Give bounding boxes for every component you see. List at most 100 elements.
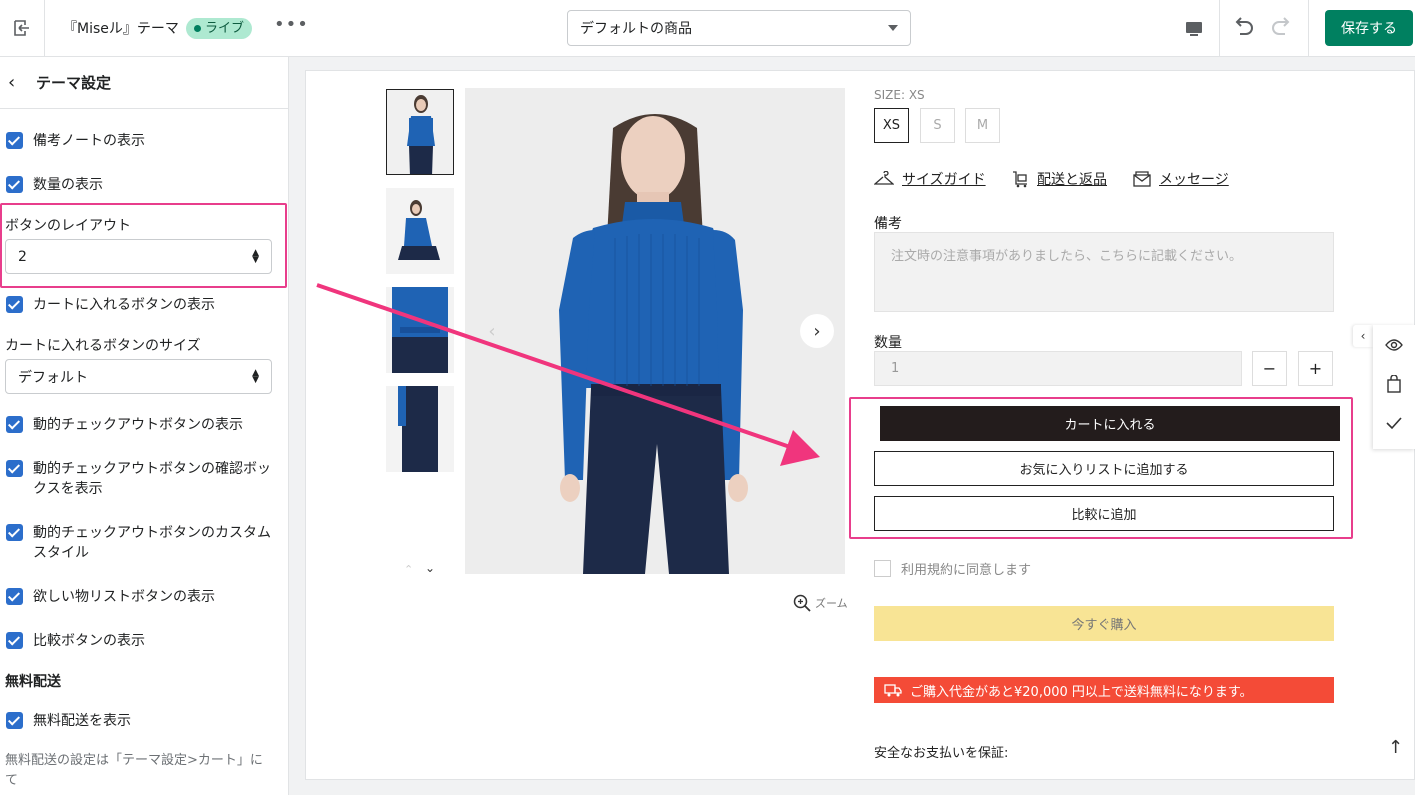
shipping-returns-link[interactable]: 配送と返品 xyxy=(1011,169,1107,189)
chevron-left-icon: ‹ xyxy=(488,320,496,342)
terms-label: 利用規約に同意します xyxy=(901,563,1032,578)
exit-button[interactable] xyxy=(0,0,45,56)
eye-icon[interactable] xyxy=(1384,335,1404,355)
cart-button-size-label: カートに入れるボタンのサイズ xyxy=(5,338,201,354)
quantity-minus-button[interactable]: − xyxy=(1252,351,1287,386)
zoom-label: ズーム xyxy=(815,597,848,610)
select-arrows-icon: ▲ ▼ xyxy=(252,367,259,385)
size-option-m[interactable]: M xyxy=(965,108,1000,143)
checkbox-label: 無料配送を表示 xyxy=(33,713,131,729)
terms-checkbox[interactable]: 利用規約に同意します xyxy=(874,559,1031,578)
free-shipping-help: 無料配送の設定は「テーマ設定>カート」にて xyxy=(5,753,263,788)
cart-button-size-value: デフォルト xyxy=(18,369,88,386)
buy-now-button[interactable]: 今すぐ購入 xyxy=(874,606,1334,641)
undo-button[interactable] xyxy=(1231,14,1257,44)
checkbox-label: 比較ボタンの表示 xyxy=(33,633,145,649)
save-button[interactable]: 保存する xyxy=(1325,10,1413,46)
checkbox-compare[interactable]: 比較ボタンの表示 xyxy=(6,631,281,651)
chevron-left-icon: ‹ xyxy=(1360,329,1366,343)
chevron-down-icon xyxy=(888,25,898,31)
checkbox-checked[interactable] xyxy=(6,132,23,149)
checkbox-label: カートに入れるボタンの表示 xyxy=(33,297,215,313)
status-badge: ライブ xyxy=(186,18,253,39)
checkbox-add-to-cart[interactable]: カートに入れるボタンの表示 xyxy=(6,295,281,315)
cart-button-size-select[interactable]: デフォルト ▲ ▼ xyxy=(5,359,272,394)
note-textarea[interactable]: 注文時の注意事項がありましたら、こちらに記載ください。 xyxy=(874,232,1334,312)
quantity-plus-button[interactable]: + xyxy=(1298,351,1333,386)
checkbox-unchecked[interactable] xyxy=(874,560,891,577)
quantity-label: 数量 xyxy=(874,335,902,351)
thumbnail-up-icon[interactable]: ⌃ xyxy=(404,563,413,576)
checkbox-checked[interactable] xyxy=(6,524,23,541)
product-thumbnail[interactable] xyxy=(386,386,454,472)
more-actions-icon[interactable]: ••• xyxy=(274,14,309,35)
checkbox-notes[interactable]: 備考ノートの表示 xyxy=(6,131,281,151)
free-shipping-text: ご購入代金があと¥20,000 円以上で送料無料になります。 xyxy=(910,684,1253,700)
checkbox-free-shipping[interactable]: 無料配送を表示 xyxy=(6,711,281,731)
product-thumbnail[interactable] xyxy=(386,287,454,373)
desktop-icon xyxy=(1186,22,1202,36)
checkbox-label: 動的チェックアウトボタンの確認ボックスを表示 xyxy=(33,461,271,497)
delivery-truck-icon xyxy=(884,684,902,697)
checkbox-label: 動的チェックアウトボタンの表示 xyxy=(33,417,243,433)
size-guide-label: サイズガイド xyxy=(902,172,986,188)
size-option-xs[interactable]: XS xyxy=(874,108,909,143)
size-guide-link[interactable]: サイズガイド xyxy=(874,169,986,189)
checkbox-label: 数量の表示 xyxy=(33,177,103,193)
checkbox-dynamic-checkout[interactable]: 動的チェックアウトボタンの表示 xyxy=(6,415,281,435)
size-label: SIZE: XS xyxy=(874,88,925,102)
back-chevron-icon[interactable]: ‹ xyxy=(8,72,32,93)
checkbox-checked[interactable] xyxy=(6,588,23,605)
template-select[interactable]: デフォルトの商品 xyxy=(567,10,911,46)
size-option-s[interactable]: S xyxy=(920,108,955,143)
theme-name: 『Miseル』テーマ xyxy=(63,21,179,37)
model-photo-thumbnail xyxy=(386,287,454,373)
envelope-icon xyxy=(1133,171,1151,187)
device-toggle-button[interactable] xyxy=(1170,14,1218,44)
main-product-image[interactable] xyxy=(465,88,845,574)
quantity-input[interactable]: 1 xyxy=(874,351,1242,386)
secure-payment-label: 安全なお支払いを保証: xyxy=(874,746,1009,761)
checkmark-icon[interactable] xyxy=(1384,413,1404,433)
model-photo xyxy=(465,88,845,574)
zoom-icon xyxy=(793,594,811,612)
checkbox-checked[interactable] xyxy=(6,632,23,649)
sidebar-title: テーマ設定 xyxy=(36,74,112,92)
free-shipping-notice: ご購入代金があと¥20,000 円以上で送料無料になります。 xyxy=(874,677,1334,703)
scroll-top-icon[interactable]: ↑ xyxy=(1388,737,1403,758)
toolbar-collapse-button[interactable]: ‹ xyxy=(1353,325,1373,347)
checkbox-quantity[interactable]: 数量の表示 xyxy=(6,175,281,195)
highlight-box xyxy=(0,203,287,288)
exit-icon xyxy=(14,20,29,36)
product-thumbnail[interactable] xyxy=(386,89,454,175)
theme-settings-sidebar: ‹ テーマ設定 備考ノートの表示 数量の表示 ボタンのレイアウト 2 ▲ ▼ カー… xyxy=(0,57,289,795)
highlight-box xyxy=(849,397,1353,539)
message-link[interactable]: メッセージ xyxy=(1133,169,1229,189)
model-photo-thumbnail xyxy=(386,188,454,274)
checkbox-checked[interactable] xyxy=(6,296,23,313)
undo-icon xyxy=(1235,17,1253,35)
sidebar-header: ‹ テーマ設定 xyxy=(0,57,288,109)
next-image-button[interactable]: › xyxy=(800,314,834,348)
divider xyxy=(1219,0,1220,56)
checkbox-checked[interactable] xyxy=(6,416,23,433)
divider xyxy=(1308,0,1309,56)
note-label: 備考 xyxy=(874,216,902,232)
checkbox-wishlist[interactable]: 欲しい物リストボタンの表示 xyxy=(6,587,281,607)
zoom-button[interactable]: ズーム xyxy=(793,594,848,612)
template-select-value: デフォルトの商品 xyxy=(580,21,692,37)
editor-topbar: 『Miseル』テーマ ライブ ••• デフォルトの商品 保存する xyxy=(0,0,1415,57)
redo-button[interactable] xyxy=(1268,14,1294,44)
thumbnail-down-icon[interactable]: ⌄ xyxy=(425,561,435,575)
checkbox-dynamic-checkout-confirm[interactable]: 動的チェックアウトボタンの確認ボックスを表示 xyxy=(6,459,281,499)
checkbox-label: 動的チェックアウトボタンのカスタムスタイル xyxy=(33,525,271,561)
hanger-icon xyxy=(874,171,894,185)
shopping-bag-icon[interactable] xyxy=(1384,374,1404,394)
cart-icon xyxy=(1013,171,1027,188)
checkbox-checked[interactable] xyxy=(6,460,23,477)
checkbox-dynamic-checkout-custom[interactable]: 動的チェックアウトボタンのカスタムスタイル xyxy=(6,523,281,563)
product-thumbnail[interactable] xyxy=(386,188,454,274)
checkbox-checked[interactable] xyxy=(6,712,23,729)
previous-image-button[interactable]: ‹ xyxy=(475,314,509,348)
checkbox-checked[interactable] xyxy=(6,176,23,193)
